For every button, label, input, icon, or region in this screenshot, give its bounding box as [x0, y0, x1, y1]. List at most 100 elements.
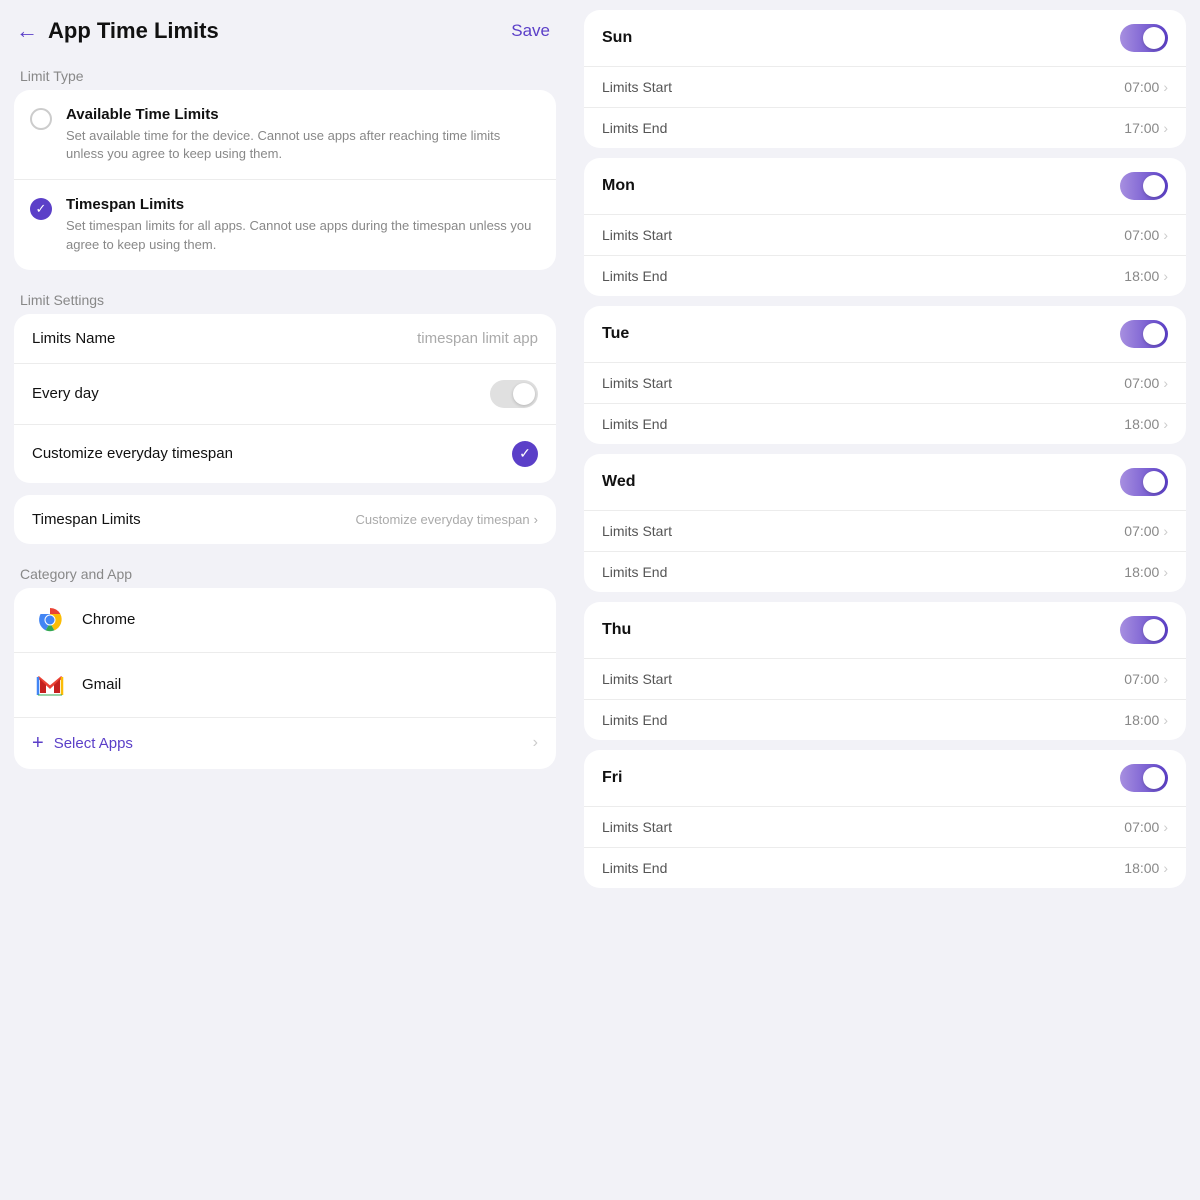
left-panel: ← App Time Limits Save Limit Type Availa… — [0, 0, 570, 1200]
limit-settings-label: Limit Settings — [0, 282, 570, 314]
every-day-row[interactable]: Every day — [14, 363, 556, 424]
limits-start-label-tue: Limits Start — [602, 375, 672, 391]
limits-start-value-sun: 07:00 › — [1124, 79, 1168, 95]
limits-end-chevron-icon: › — [1163, 120, 1168, 136]
day-name-fri: Fri — [602, 769, 622, 787]
day-name-thu: Thu — [602, 621, 631, 639]
limits-start-row-sun[interactable]: Limits Start 07:00 › — [584, 66, 1186, 107]
day-toggle-mon[interactable] — [1120, 172, 1168, 200]
limits-end-value-fri: 18:00 › — [1124, 860, 1168, 876]
day-name-wed: Wed — [602, 473, 635, 491]
limits-end-value-mon: 18:00 › — [1124, 268, 1168, 284]
limits-start-chevron-icon: › — [1163, 375, 1168, 391]
gmail-name: Gmail — [82, 676, 121, 693]
limit-type-label: Limit Type — [0, 58, 570, 90]
timespan-desc: Set timespan limits for all apps. Cannot… — [66, 217, 540, 253]
limits-end-chevron-icon: › — [1163, 712, 1168, 728]
limits-end-row-wed[interactable]: Limits End 18:00 › — [584, 551, 1186, 592]
day-name-sun: Sun — [602, 29, 632, 47]
day-card-fri: Fri Limits Start 07:00 › Limits End 18:0… — [584, 750, 1186, 888]
limits-start-row-fri[interactable]: Limits Start 07:00 › — [584, 806, 1186, 847]
limits-end-chevron-icon: › — [1163, 268, 1168, 284]
select-apps-chevron-icon: › — [533, 734, 538, 752]
day-toggle-wed[interactable] — [1120, 468, 1168, 496]
day-toggle-thu[interactable] — [1120, 616, 1168, 644]
limits-end-label-sun: Limits End — [602, 120, 667, 136]
select-apps-left: + Select Apps — [32, 732, 133, 755]
limits-end-label-wed: Limits End — [602, 564, 667, 580]
available-title: Available Time Limits — [66, 106, 540, 123]
customize-check[interactable]: ✓ — [512, 441, 538, 467]
day-header-thu: Thu — [584, 602, 1186, 658]
day-card-tue: Tue Limits Start 07:00 › Limits End 18:0… — [584, 306, 1186, 444]
day-card-wed: Wed Limits Start 07:00 › Limits End 18:0… — [584, 454, 1186, 592]
limits-start-label-wed: Limits Start — [602, 523, 672, 539]
limits-start-row-wed[interactable]: Limits Start 07:00 › — [584, 510, 1186, 551]
available-time-limits-option[interactable]: Available Time Limits Set available time… — [14, 90, 556, 179]
day-name-mon: Mon — [602, 177, 635, 195]
limits-end-chevron-icon: › — [1163, 564, 1168, 580]
limits-end-chevron-icon: › — [1163, 860, 1168, 876]
limits-start-value-tue: 07:00 › — [1124, 375, 1168, 391]
limits-end-value-sun: 17:00 › — [1124, 120, 1168, 136]
limits-name-value: timespan limit app — [417, 330, 538, 347]
limits-end-row-fri[interactable]: Limits End 18:00 › — [584, 847, 1186, 888]
limits-start-value-wed: 07:00 › — [1124, 523, 1168, 539]
limits-start-row-thu[interactable]: Limits Start 07:00 › — [584, 658, 1186, 699]
limits-start-label-fri: Limits Start — [602, 819, 672, 835]
limits-start-chevron-icon: › — [1163, 227, 1168, 243]
day-toggle-sun[interactable] — [1120, 24, 1168, 52]
radio-unselected[interactable] — [30, 108, 52, 130]
day-header-sun: Sun — [584, 10, 1186, 66]
limits-start-row-tue[interactable]: Limits Start 07:00 › — [584, 362, 1186, 403]
day-header-fri: Fri — [584, 750, 1186, 806]
timespan-limits-option[interactable]: ✓ Timespan Limits Set timespan limits fo… — [14, 179, 556, 269]
timespan-limits-value: Customize everyday timespan › — [356, 512, 538, 527]
limit-type-card: Available Time Limits Set available time… — [14, 90, 556, 270]
limits-end-value-thu: 18:00 › — [1124, 712, 1168, 728]
day-name-tue: Tue — [602, 325, 629, 343]
chrome-app-item: Chrome — [14, 588, 556, 652]
limits-start-chevron-icon: › — [1163, 819, 1168, 835]
right-panel: Sun Limits Start 07:00 › Limits End 17:0… — [570, 0, 1200, 1200]
timespan-title: Timespan Limits — [66, 196, 540, 213]
day-card-sun: Sun Limits Start 07:00 › Limits End 17:0… — [584, 10, 1186, 148]
timespan-limits-row[interactable]: Timespan Limits Customize everyday times… — [14, 495, 556, 544]
gmail-app-item: Gmail — [14, 652, 556, 717]
gmail-icon — [32, 667, 68, 703]
category-app-label: Category and App — [0, 556, 570, 588]
chrome-name: Chrome — [82, 611, 135, 628]
day-toggle-fri[interactable] — [1120, 764, 1168, 792]
chrome-icon — [32, 602, 68, 638]
timespan-value-text: Customize everyday timespan — [356, 512, 530, 527]
limits-end-row-mon[interactable]: Limits End 18:00 › — [584, 255, 1186, 296]
limits-end-value-tue: 18:00 › — [1124, 416, 1168, 432]
limit-settings-card: Limits Name timespan limit app Every day… — [14, 314, 556, 483]
day-toggle-tue[interactable] — [1120, 320, 1168, 348]
limits-start-value-mon: 07:00 › — [1124, 227, 1168, 243]
every-day-toggle[interactable] — [490, 380, 538, 408]
check-mark: ✓ — [36, 201, 47, 217]
timespan-chevron-icon: › — [534, 512, 538, 527]
check-icon: ✓ — [519, 445, 531, 462]
header-left: ← App Time Limits — [16, 18, 219, 44]
back-button[interactable]: ← — [16, 20, 38, 42]
limits-start-chevron-icon: › — [1163, 79, 1168, 95]
limits-end-row-thu[interactable]: Limits End 18:00 › — [584, 699, 1186, 740]
limits-start-row-mon[interactable]: Limits Start 07:00 › — [584, 214, 1186, 255]
radio-selected[interactable]: ✓ — [30, 198, 52, 220]
limits-name-row[interactable]: Limits Name timespan limit app — [14, 314, 556, 363]
save-button[interactable]: Save — [511, 21, 550, 41]
select-apps-row[interactable]: + Select Apps › — [14, 717, 556, 769]
customize-label: Customize everyday timespan — [32, 445, 233, 462]
day-header-tue: Tue — [584, 306, 1186, 362]
limits-end-label-tue: Limits End — [602, 416, 667, 432]
limits-start-label-sun: Limits Start — [602, 79, 672, 95]
timespan-limits-label: Timespan Limits — [32, 511, 141, 528]
limits-end-row-sun[interactable]: Limits End 17:00 › — [584, 107, 1186, 148]
select-apps-label: Select Apps — [54, 735, 133, 752]
page-title: App Time Limits — [48, 18, 219, 44]
available-desc: Set available time for the device. Canno… — [66, 127, 540, 163]
limits-end-row-tue[interactable]: Limits End 18:00 › — [584, 403, 1186, 444]
customize-row[interactable]: Customize everyday timespan ✓ — [14, 424, 556, 483]
